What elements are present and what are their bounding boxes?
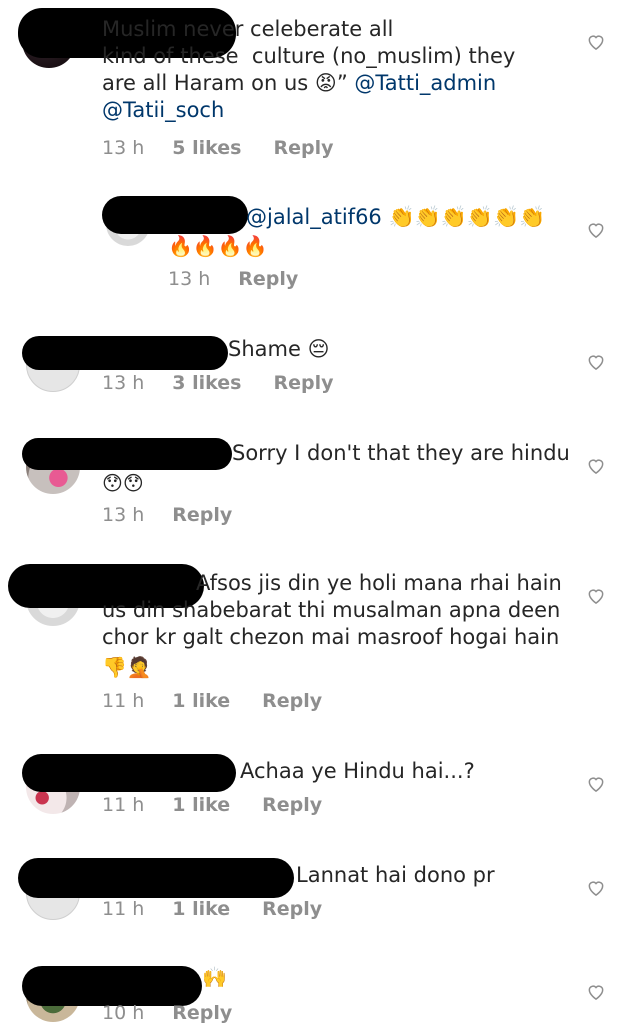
comment-text: Lannat hai dono pr xyxy=(296,863,495,887)
comment-5: Afsos jis din ye holi mana rhai hain us … xyxy=(0,560,632,720)
redacted-username xyxy=(22,966,202,1006)
heart-outline-icon[interactable] xyxy=(586,456,606,476)
comment-text: Muslim never celeberate all kind of thes… xyxy=(102,17,516,122)
likes-count[interactable]: 1 like xyxy=(172,898,230,920)
emoji-text: 👎🤦 xyxy=(102,655,152,679)
heart-outline-icon[interactable] xyxy=(586,878,606,898)
comment-meta: 13 h 5 likes Reply xyxy=(102,137,333,159)
reply-button[interactable]: Reply xyxy=(238,268,298,290)
reply-button[interactable]: Reply xyxy=(273,137,333,159)
comment-meta: 13 h Reply xyxy=(102,504,232,526)
comment-text: Sorry I don't that they are hindu xyxy=(232,441,570,465)
timestamp: 11 h xyxy=(102,690,145,712)
comment-8: 🙌 10 h Reply xyxy=(0,958,632,1024)
comment-meta: 11 h 1 like Reply xyxy=(102,898,322,920)
likes-count[interactable]: 3 likes xyxy=(172,372,241,394)
mention-link[interactable]: @Tatti_admin xyxy=(354,71,496,95)
mention-link[interactable]: @jalal_atif66 xyxy=(246,205,382,229)
redacted-username xyxy=(22,336,228,370)
reply-button[interactable]: Reply xyxy=(273,372,333,394)
comment-text: Achaa ye Hindu hai...? xyxy=(240,759,475,783)
timestamp: 13 h xyxy=(168,268,211,290)
redacted-username xyxy=(22,438,232,470)
reply-button[interactable]: Reply xyxy=(172,1002,232,1024)
redacted-username xyxy=(22,754,236,792)
likes-count[interactable]: 1 like xyxy=(172,690,230,712)
mention-link[interactable]: @Tatii_soch xyxy=(102,98,224,122)
timestamp: 11 h xyxy=(102,794,145,816)
heart-outline-icon[interactable] xyxy=(586,352,606,372)
comment-text: Afsos jis din ye holi mana rhai hain us … xyxy=(102,571,562,649)
emoji-text: 🙌 xyxy=(202,965,227,989)
heart-outline-icon[interactable] xyxy=(586,32,606,52)
comment-6: Achaa ye Hindu hai...? 11 h 1 like Reply xyxy=(0,750,632,830)
comment-meta: 10 h Reply xyxy=(102,1002,232,1024)
comment-1: Muslim never celeberate all kind of thes… xyxy=(0,0,632,180)
heart-outline-icon[interactable] xyxy=(586,586,606,606)
comment-text: @jalal_atif66 👏👏👏👏👏👏 xyxy=(246,205,546,229)
reply-button[interactable]: Reply xyxy=(262,690,322,712)
heart-outline-icon[interactable] xyxy=(586,982,606,1002)
comment-3: Shame 😔 13 h 3 likes Reply xyxy=(0,326,632,406)
emoji-text: 😯😯 xyxy=(102,471,144,495)
reply-button[interactable]: Reply xyxy=(262,898,322,920)
emoji-text: 🔥🔥🔥🔥 xyxy=(168,234,268,258)
comment-2: @jalal_atif66 👏👏👏👏👏👏 🔥🔥🔥🔥 13 h Reply xyxy=(0,190,632,300)
comment-meta: 13 h Reply xyxy=(168,268,298,290)
timestamp: 13 h xyxy=(102,137,145,159)
redacted-username xyxy=(18,858,294,898)
reply-button[interactable]: Reply xyxy=(262,794,322,816)
timestamp: 10 h xyxy=(102,1002,145,1024)
comment-meta: 13 h 3 likes Reply xyxy=(102,372,333,394)
reply-button[interactable]: Reply xyxy=(172,504,232,526)
redacted-username xyxy=(102,196,248,234)
comment-meta: 11 h 1 like Reply xyxy=(102,794,322,816)
timestamp: 13 h xyxy=(102,504,145,526)
heart-outline-icon[interactable] xyxy=(586,774,606,794)
comment-7: Lannat hai dono pr 11 h 1 like Reply xyxy=(0,854,632,934)
heart-outline-icon[interactable] xyxy=(586,220,606,240)
timestamp: 11 h xyxy=(102,898,145,920)
comment-meta: 11 h 1 like Reply xyxy=(102,690,322,712)
comment-text: Shame 😔 xyxy=(228,337,330,361)
comment-4: Sorry I don't that they are hindu 😯😯 13 … xyxy=(0,426,632,536)
timestamp: 13 h xyxy=(102,372,145,394)
likes-count[interactable]: 5 likes xyxy=(172,137,241,159)
likes-count[interactable]: 1 like xyxy=(172,794,230,816)
